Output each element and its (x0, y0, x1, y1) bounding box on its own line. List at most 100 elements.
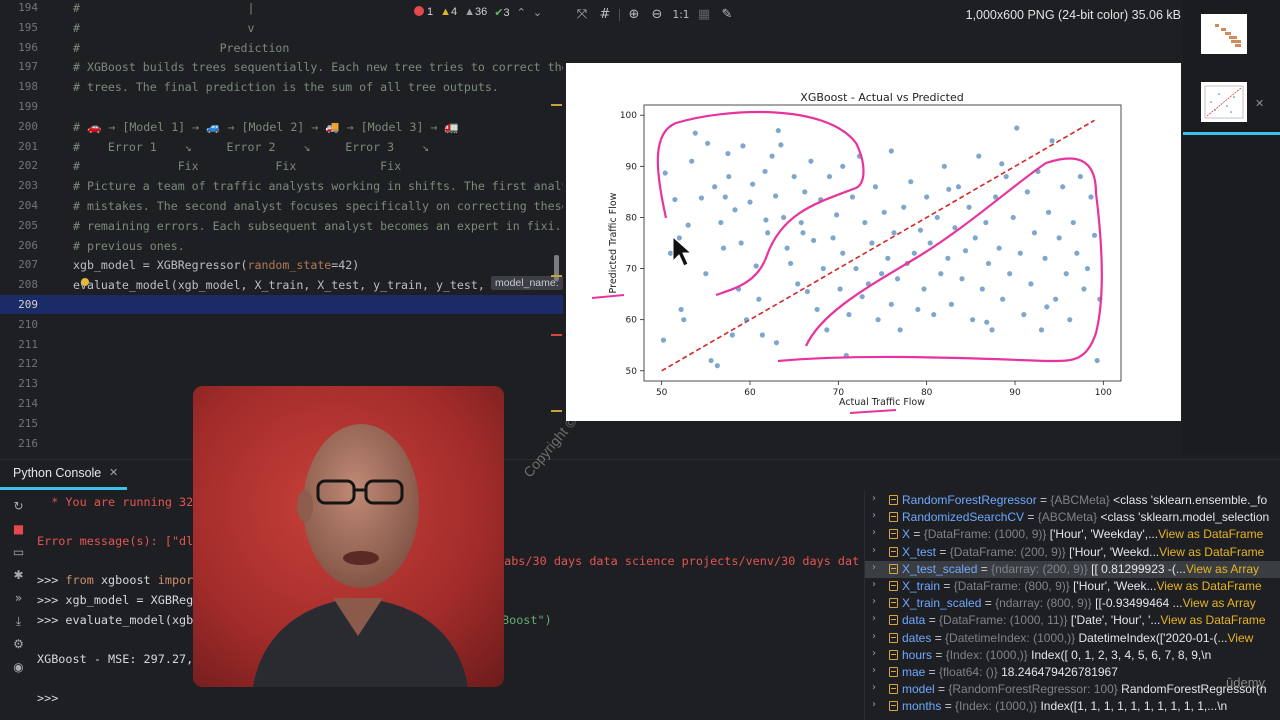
variable-name: X_train (902, 579, 941, 593)
debug-icon[interactable]: ✱ (11, 568, 26, 583)
lightbulb-icon[interactable] (81, 278, 89, 286)
error-count[interactable]: 1 (414, 6, 433, 18)
expand-chevron-icon[interactable]: › (872, 631, 876, 642)
expand-chevron-icon[interactable]: › (872, 613, 876, 624)
code-line[interactable]: # remaining errors. Each subsequent anal… (73, 219, 563, 233)
variable-row[interactable]: › RandomizedSearchCV = {ABCMeta} <class '… (865, 509, 1280, 526)
data-point (846, 311, 852, 318)
fit-screen-icon[interactable]: ⤧ (574, 7, 590, 23)
variable-row[interactable]: › X_test_scaled = {ndarray: (200, 9)} [[ … (865, 560, 1280, 578)
weak-warning-count[interactable]: ▲36 (464, 6, 487, 18)
warning-count[interactable]: ▲4 (440, 6, 457, 18)
settings-icon[interactable]: ⚙ (11, 637, 26, 652)
expand-chevron-icon[interactable]: › (872, 665, 876, 676)
grid-icon[interactable]: ▦ (696, 7, 712, 23)
view-as-link[interactable]: View as DataFrame (1158, 527, 1263, 541)
data-point (1007, 271, 1013, 277)
code-line[interactable]: evaluate_model(xgb_model, X_train, X_tes… (73, 278, 492, 292)
tab-python-console[interactable]: Python Console (13, 466, 101, 480)
data-point (773, 193, 779, 199)
view-as-link[interactable]: View as DataFrame (1156, 579, 1261, 593)
data-point (830, 235, 836, 241)
show-variables-icon[interactable]: ◉ (11, 660, 26, 675)
variable-equals: = (936, 544, 950, 559)
crop-grid-icon[interactable]: # (597, 7, 613, 23)
data-point (959, 276, 965, 282)
more-actions-icon[interactable]: » (11, 591, 26, 606)
expand-chevron-icon[interactable]: › (872, 596, 876, 607)
data-point (927, 240, 933, 246)
variable-row[interactable]: › RandomForestRegressor = {ABCMeta} <clas… (865, 492, 1280, 509)
data-point (667, 250, 674, 256)
data-point (983, 219, 989, 226)
color-picker-icon[interactable]: ✎ (719, 7, 735, 23)
view-as-link[interactable]: View as Array (1183, 596, 1256, 610)
close-tab-icon[interactable]: ✕ (109, 466, 118, 479)
variable-row[interactable]: › X_train_scaled = {ndarray: (800, 9)} [[… (865, 595, 1280, 612)
thumbnail-1[interactable] (1201, 14, 1247, 54)
variable-row[interactable]: › months = {Index: (1000,)} Index([1, 1, … (865, 698, 1280, 715)
inspection-badges[interactable]: 1 ▲4 ▲36 ✔3 ⌃ ⌄ (414, 5, 542, 19)
view-as-link[interactable]: View as Array (1186, 562, 1259, 576)
console-line: XGBoost - MSE: 297.27, (37, 651, 194, 666)
data-point (1077, 173, 1083, 180)
code-line[interactable]: # Error 1 ↘ Error 2 ↘ Error 3 ↘ (73, 140, 429, 154)
chevron-down-icon[interactable]: ⌄ (533, 6, 542, 19)
editor-scrollbar-thumb[interactable] (554, 255, 559, 281)
variable-equals: = (910, 527, 924, 542)
variable-row[interactable]: › X = {DataFrame: (1000, 9)} ['Hour', 'We… (865, 526, 1280, 543)
view-as-link[interactable]: View as DataFrame (1160, 613, 1265, 627)
zoom-out-icon[interactable]: ⊖ (649, 7, 665, 23)
code-line[interactable]: # trees. The final prediction is the sum… (73, 80, 499, 94)
scroll-to-end-icon[interactable]: ⤓ (11, 614, 26, 629)
rerun-icon[interactable]: ↻ (11, 499, 26, 514)
expand-chevron-icon[interactable]: › (872, 579, 876, 590)
code-line[interactable]: # | (73, 1, 254, 15)
expand-chevron-icon[interactable]: › (872, 527, 876, 538)
data-point (726, 173, 732, 180)
code-line[interactable]: # Prediction (73, 41, 289, 55)
scroll-marker (551, 104, 562, 106)
code-line[interactable]: # mistakes. The second analyst focuses s… (73, 199, 563, 213)
data-point (678, 306, 684, 313)
expand-chevron-icon[interactable]: › (872, 562, 876, 573)
zoom-in-icon[interactable]: ⊕ (626, 7, 642, 23)
variable-row[interactable]: › data = {DataFrame: (1000, 11)} ['Date',… (865, 612, 1280, 629)
x-tick-label: 60 (744, 388, 756, 398)
thumbnail-2[interactable] (1201, 82, 1247, 122)
close-thumbnail-icon[interactable]: ✕ (1255, 97, 1264, 110)
data-point (840, 163, 846, 169)
variable-row[interactable]: › model = {RandomForestRegressor: 100} Ra… (865, 681, 1280, 698)
typo-count[interactable]: ✔3 (494, 6, 509, 19)
variable-row[interactable]: › X_train = {DataFrame: (800, 9)} ['Hour'… (865, 578, 1280, 595)
expand-chevron-icon[interactable]: › (872, 648, 876, 659)
variable-row[interactable]: › dates = {DatetimeIndex: (1000,)} Dateti… (865, 630, 1280, 647)
annotation-underline-ylabel (591, 294, 625, 299)
code-line[interactable]: # XGBoost builds trees sequentially. Eac… (73, 60, 563, 74)
expand-chevron-icon[interactable]: › (872, 682, 876, 693)
code-line[interactable]: # previous ones. (73, 239, 185, 253)
code-line[interactable]: # v (73, 21, 254, 35)
check-icon: ✔ (494, 6, 504, 19)
stop-icon[interactable]: ■ (11, 522, 26, 537)
variable-row[interactable]: › hours = {Index: (1000,)} Index([ 0, 1, … (865, 647, 1280, 664)
expand-chevron-icon[interactable]: › (872, 699, 876, 710)
data-point (808, 158, 814, 164)
variables-panel[interactable]: › RandomForestRegressor = {ABCMeta} <clas… (864, 490, 1280, 720)
code-line[interactable]: # Fix Fix Fix (73, 159, 401, 173)
data-point (800, 230, 806, 236)
chevron-up-icon[interactable]: ⌃ (517, 6, 526, 19)
actual-size-button[interactable]: 1:1 (672, 7, 690, 23)
expand-chevron-icon[interactable]: › (872, 493, 876, 504)
data-point (1044, 304, 1050, 310)
view-as-link[interactable]: View (1228, 631, 1254, 645)
console-window-icon[interactable]: ▭ (11, 545, 26, 560)
variable-row[interactable]: › mae = {float64: ()} 18.246479426781967 (865, 664, 1280, 681)
variable-row[interactable]: › X_test = {DataFrame: (200, 9)} ['Hour',… (865, 544, 1280, 561)
code-line[interactable]: # Picture a team of traffic analysts wor… (73, 179, 563, 193)
code-line[interactable]: # 🚗 → [Model 1] → 🚙 → [Model 2] → 🚚 → [M… (73, 120, 459, 134)
expand-chevron-icon[interactable]: › (872, 510, 876, 521)
view-as-link[interactable]: View as DataFrame (1159, 545, 1264, 559)
expand-chevron-icon[interactable]: › (872, 545, 876, 556)
code-line[interactable]: xgb_model = XGBRegressor(random_state=42… (73, 258, 359, 272)
